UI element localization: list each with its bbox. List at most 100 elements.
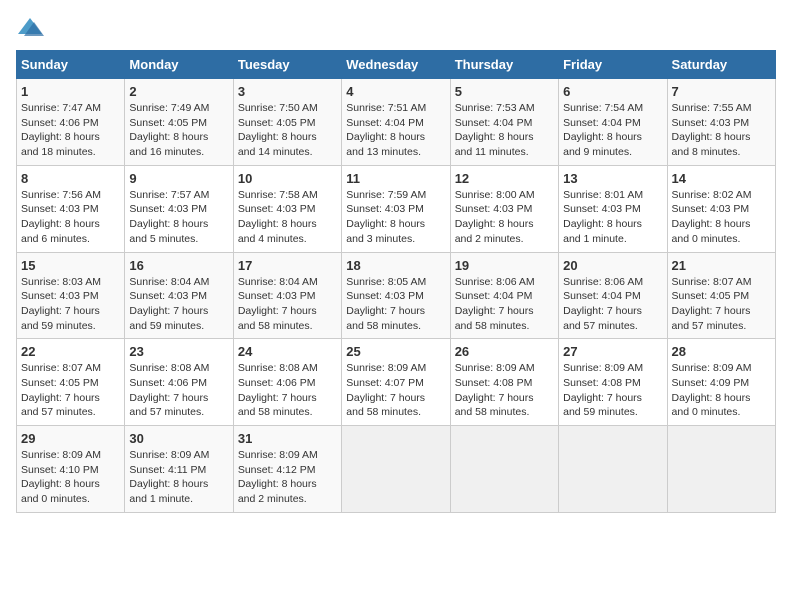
- cell-details: Sunrise: 7:59 AMSunset: 4:03 PMDaylight:…: [346, 188, 445, 247]
- calendar-cell: 4Sunrise: 7:51 AMSunset: 4:04 PMDaylight…: [342, 79, 450, 166]
- day-number: 13: [563, 171, 662, 186]
- day-number: 30: [129, 431, 228, 446]
- calendar-cell: [667, 426, 775, 513]
- calendar-cell: 5 Sunrise: 7:53 AMSunset: 4:04 PMDaylight…: [450, 79, 558, 166]
- cell-details: Sunrise: 7:53 AMSunset: 4:04 PMDaylight:…: [455, 101, 554, 160]
- calendar-cell: 22 Sunrise: 8:07 AMSunset: 4:05 PMDayligh…: [17, 339, 125, 426]
- day-number: 1: [21, 84, 120, 99]
- calendar-cell: 29Sunrise: 8:09 AMSunset: 4:10 PMDayligh…: [17, 426, 125, 513]
- calendar-cell: 14 Sunrise: 8:02 AMSunset: 4:03 PMDayligh…: [667, 165, 775, 252]
- day-number: 25: [346, 344, 445, 359]
- cell-details: Sunrise: 8:09 AMSunset: 4:08 PMDaylight:…: [455, 361, 554, 420]
- calendar-cell: 10Sunrise: 7:58 AMSunset: 4:03 PMDayligh…: [233, 165, 341, 252]
- column-header-saturday: Saturday: [667, 51, 775, 79]
- calendar-cell: 31Sunrise: 8:09 AMSunset: 4:12 PMDayligh…: [233, 426, 341, 513]
- cell-details: Sunrise: 8:02 AMSunset: 4:03 PMDaylight:…: [672, 188, 771, 247]
- calendar-cell: 16 Sunrise: 8:04 AMSunset: 4:03 PMDayligh…: [125, 252, 233, 339]
- page-header: [16, 16, 776, 38]
- column-header-friday: Friday: [559, 51, 667, 79]
- column-header-thursday: Thursday: [450, 51, 558, 79]
- day-number: 20: [563, 258, 662, 273]
- day-number: 12: [455, 171, 554, 186]
- calendar-cell: 18 Sunrise: 8:05 AMSunset: 4:03 PMDayligh…: [342, 252, 450, 339]
- cell-details: Sunrise: 8:04 AMSunset: 4:03 PMDaylight:…: [238, 275, 337, 334]
- cell-details: Sunrise: 7:55 AMSunset: 4:03 PMDaylight:…: [672, 101, 771, 160]
- calendar-cell: 11Sunrise: 7:59 AMSunset: 4:03 PMDayligh…: [342, 165, 450, 252]
- day-number: 15: [21, 258, 120, 273]
- calendar-cell: 13 Sunrise: 8:01 AMSunset: 4:03 PMDayligh…: [559, 165, 667, 252]
- calendar-cell: 7 Sunrise: 7:55 AMSunset: 4:03 PMDaylight…: [667, 79, 775, 166]
- cell-details: Sunrise: 8:08 AMSunset: 4:06 PMDaylight:…: [238, 361, 337, 420]
- day-number: 19: [455, 258, 554, 273]
- day-number: 22: [21, 344, 120, 359]
- day-number: 10: [238, 171, 337, 186]
- calendar-cell: 2 Sunrise: 7:49 AMSunset: 4:05 PMDaylight…: [125, 79, 233, 166]
- column-header-monday: Monday: [125, 51, 233, 79]
- logo: [16, 16, 48, 38]
- logo-icon: [16, 16, 44, 38]
- calendar-cell: 15 Sunrise: 8:03 AMSunset: 4:03 PMDayligh…: [17, 252, 125, 339]
- calendar-week-row: 1 Sunrise: 7:47 AMSunset: 4:06 PMDaylight…: [17, 79, 776, 166]
- cell-details: Sunrise: 7:54 AMSunset: 4:04 PMDaylight:…: [563, 101, 662, 160]
- calendar-cell: 28 Sunrise: 8:09 AMSunset: 4:09 PMDayligh…: [667, 339, 775, 426]
- calendar-week-row: 22 Sunrise: 8:07 AMSunset: 4:05 PMDayligh…: [17, 339, 776, 426]
- cell-details: Sunrise: 8:09 AMSunset: 4:12 PMDaylight:…: [238, 448, 337, 507]
- cell-details: Sunrise: 8:01 AMSunset: 4:03 PMDaylight:…: [563, 188, 662, 247]
- calendar-cell: 20 Sunrise: 8:06 AMSunset: 4:04 PMDayligh…: [559, 252, 667, 339]
- cell-details: Sunrise: 7:47 AMSunset: 4:06 PMDaylight:…: [21, 101, 120, 160]
- column-header-tuesday: Tuesday: [233, 51, 341, 79]
- calendar-cell: 25 Sunrise: 8:09 AMSunset: 4:07 PMDayligh…: [342, 339, 450, 426]
- day-number: 14: [672, 171, 771, 186]
- cell-details: Sunrise: 7:49 AMSunset: 4:05 PMDaylight:…: [129, 101, 228, 160]
- day-number: 27: [563, 344, 662, 359]
- day-number: 9: [129, 171, 228, 186]
- calendar-cell: 26Sunrise: 8:09 AMSunset: 4:08 PMDayligh…: [450, 339, 558, 426]
- day-number: 6: [563, 84, 662, 99]
- cell-details: Sunrise: 8:09 AMSunset: 4:09 PMDaylight:…: [672, 361, 771, 420]
- calendar-week-row: 15 Sunrise: 8:03 AMSunset: 4:03 PMDayligh…: [17, 252, 776, 339]
- cell-details: Sunrise: 8:03 AMSunset: 4:03 PMDaylight:…: [21, 275, 120, 334]
- calendar-cell: 8Sunrise: 7:56 AMSunset: 4:03 PMDaylight…: [17, 165, 125, 252]
- calendar-cell: 1 Sunrise: 7:47 AMSunset: 4:06 PMDaylight…: [17, 79, 125, 166]
- calendar-cell: [559, 426, 667, 513]
- day-number: 29: [21, 431, 120, 446]
- day-number: 16: [129, 258, 228, 273]
- calendar-week-row: 8Sunrise: 7:56 AMSunset: 4:03 PMDaylight…: [17, 165, 776, 252]
- day-number: 5: [455, 84, 554, 99]
- calendar-cell: 3 Sunrise: 7:50 AMSunset: 4:05 PMDaylight…: [233, 79, 341, 166]
- column-header-sunday: Sunday: [17, 51, 125, 79]
- calendar-cell: 30Sunrise: 8:09 AMSunset: 4:11 PMDayligh…: [125, 426, 233, 513]
- calendar-cell: [450, 426, 558, 513]
- calendar-cell: 21Sunrise: 8:07 AMSunset: 4:05 PMDayligh…: [667, 252, 775, 339]
- calendar-cell: 17 Sunrise: 8:04 AMSunset: 4:03 PMDayligh…: [233, 252, 341, 339]
- cell-details: Sunrise: 7:57 AMSunset: 4:03 PMDaylight:…: [129, 188, 228, 247]
- day-number: 7: [672, 84, 771, 99]
- cell-details: Sunrise: 8:09 AMSunset: 4:07 PMDaylight:…: [346, 361, 445, 420]
- day-number: 17: [238, 258, 337, 273]
- calendar-cell: 19 Sunrise: 8:06 AMSunset: 4:04 PMDayligh…: [450, 252, 558, 339]
- cell-details: Sunrise: 8:00 AMSunset: 4:03 PMDaylight:…: [455, 188, 554, 247]
- calendar-header-row: SundayMondayTuesdayWednesdayThursdayFrid…: [17, 51, 776, 79]
- day-number: 4: [346, 84, 445, 99]
- day-number: 23: [129, 344, 228, 359]
- day-number: 24: [238, 344, 337, 359]
- cell-details: Sunrise: 8:05 AMSunset: 4:03 PMDaylight:…: [346, 275, 445, 334]
- cell-details: Sunrise: 7:56 AMSunset: 4:03 PMDaylight:…: [21, 188, 120, 247]
- day-number: 28: [672, 344, 771, 359]
- calendar-week-row: 29Sunrise: 8:09 AMSunset: 4:10 PMDayligh…: [17, 426, 776, 513]
- day-number: 2: [129, 84, 228, 99]
- cell-details: Sunrise: 8:06 AMSunset: 4:04 PMDaylight:…: [563, 275, 662, 334]
- day-number: 21: [672, 258, 771, 273]
- cell-details: Sunrise: 7:50 AMSunset: 4:05 PMDaylight:…: [238, 101, 337, 160]
- calendar-table: SundayMondayTuesdayWednesdayThursdayFrid…: [16, 50, 776, 513]
- cell-details: Sunrise: 8:09 AMSunset: 4:08 PMDaylight:…: [563, 361, 662, 420]
- calendar-cell: 6 Sunrise: 7:54 AMSunset: 4:04 PMDaylight…: [559, 79, 667, 166]
- day-number: 3: [238, 84, 337, 99]
- calendar-cell: 12 Sunrise: 8:00 AMSunset: 4:03 PMDayligh…: [450, 165, 558, 252]
- day-number: 18: [346, 258, 445, 273]
- calendar-cell: 27 Sunrise: 8:09 AMSunset: 4:08 PMDayligh…: [559, 339, 667, 426]
- cell-details: Sunrise: 8:07 AMSunset: 4:05 PMDaylight:…: [21, 361, 120, 420]
- cell-details: Sunrise: 8:06 AMSunset: 4:04 PMDaylight:…: [455, 275, 554, 334]
- cell-details: Sunrise: 8:04 AMSunset: 4:03 PMDaylight:…: [129, 275, 228, 334]
- calendar-cell: 23Sunrise: 8:08 AMSunset: 4:06 PMDayligh…: [125, 339, 233, 426]
